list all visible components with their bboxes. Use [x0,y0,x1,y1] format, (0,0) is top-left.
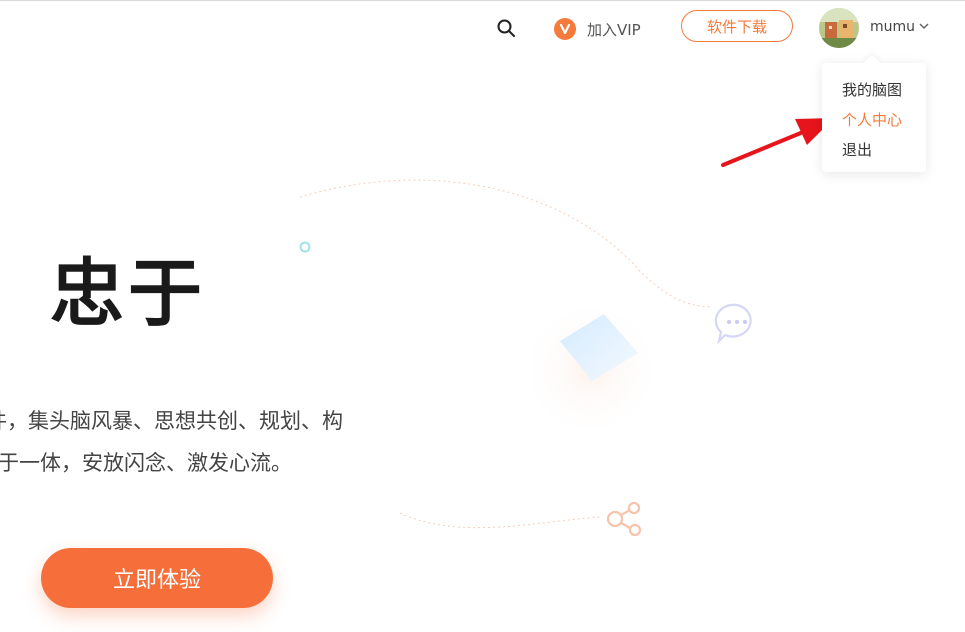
menu-item-personal-center[interactable]: 个人中心 [842,109,902,130]
hero-description-line-2: 于一体，安放闪念、激发心流。 [0,451,292,475]
chat-bubble-icon [714,303,752,345]
hero-title: 忠于 [50,251,206,337]
small-circle [299,241,311,253]
share-icon [606,501,642,537]
vip-label: 加入VIP [587,20,641,39]
dashed-curve-bottom [399,512,601,529]
software-download-button[interactable]: 软件下载 [681,10,793,42]
user-dropdown-menu: 我的脑图 个人中心 退出 [822,54,926,172]
try-now-button[interactable]: 立即体验 [41,548,273,608]
chevron-down-icon[interactable] [918,21,930,31]
vip-icon [554,18,576,40]
username[interactable]: mumu [870,19,915,35]
search-icon[interactable] [496,18,516,38]
card-shape [560,314,638,381]
join-vip-link[interactable]: 加入VIP [554,17,641,41]
annotation-arrow [721,118,834,167]
hero-description-line-1: 件，集头脑风暴、思想共创、规划、构 [0,409,343,433]
menu-item-my-mindmaps[interactable]: 我的脑图 [842,79,902,100]
menu-item-logout[interactable]: 退出 [842,139,872,160]
dashed-curve-top [299,179,713,308]
avatar[interactable] [819,8,859,48]
